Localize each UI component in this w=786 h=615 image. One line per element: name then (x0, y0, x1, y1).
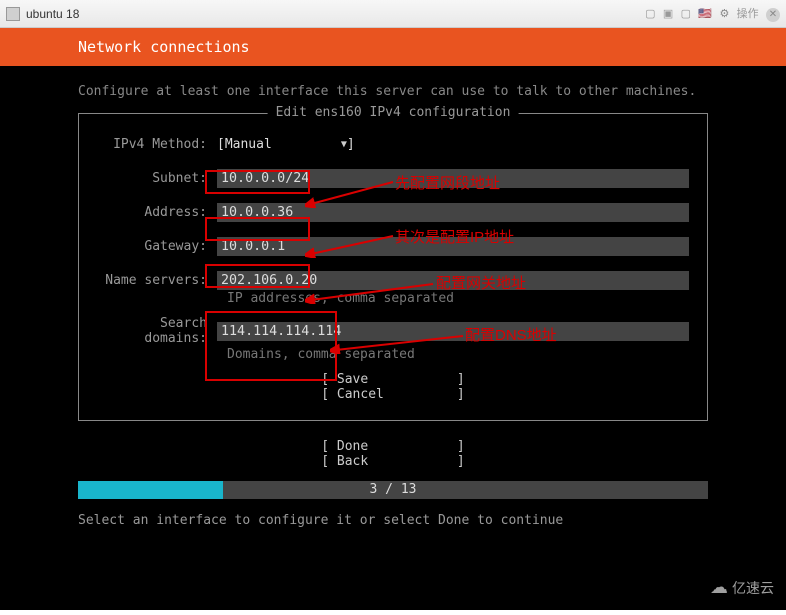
search-input[interactable] (217, 322, 689, 341)
row-search: Search domains: (97, 316, 689, 346)
search-label: Search domains: (97, 316, 217, 346)
method-value: Manual (225, 137, 335, 152)
back-button[interactable]: [ Back] (78, 454, 708, 469)
screen-icon-3[interactable]: ▢ (681, 8, 691, 20)
subnet-label: Subnet: (97, 171, 217, 186)
gear-icon[interactable]: ⚙ (719, 8, 729, 20)
vm-logo-icon (6, 7, 20, 21)
save-button[interactable]: [ Save] (97, 372, 689, 387)
flag-icon[interactable]: 🇺🇸 (698, 8, 712, 20)
screen-icon-2[interactable]: ▣ (663, 8, 673, 20)
search-hint: Domains, comma separated (97, 347, 689, 362)
annotation-subnet: 先配置网段地址 (395, 172, 500, 193)
row-address: Address: (97, 202, 689, 222)
watermark: ☁ 亿速云 (710, 577, 774, 598)
done-button[interactable]: [ Done] (78, 439, 708, 454)
cloud-icon: ☁ (710, 577, 728, 598)
annotation-address: 其次是配置IP地址 (395, 226, 514, 247)
watermark-text: 亿速云 (732, 578, 774, 598)
annotation-gateway: 配置网关地址 (436, 272, 526, 293)
gateway-label: Gateway: (97, 239, 217, 254)
address-input[interactable] (217, 203, 689, 222)
dns-label: Name servers: (97, 273, 217, 288)
bottom-hint: Select an interface to configure it or s… (0, 499, 786, 528)
row-subnet: Subnet: (97, 168, 689, 188)
config-box: Edit ens160 IPv4 configuration IPv4 Meth… (78, 113, 708, 421)
box-title: Edit ens160 IPv4 configuration (268, 105, 519, 120)
dns-hint: IP addresses, comma separated (97, 291, 689, 306)
subtitle-text: Configure at least one interface this se… (78, 84, 708, 99)
vm-titlebar-controls: ▢ ▣ ▢ 🇺🇸 ⚙ 操作 ✕ (641, 5, 780, 22)
row-dns: Name servers: (97, 270, 689, 290)
vm-titlebar: ubuntu 18 ▢ ▣ ▢ 🇺🇸 ⚙ 操作 ✕ (0, 0, 786, 28)
cancel-button[interactable]: [ Cancel] (97, 387, 689, 402)
close-icon[interactable]: ✕ (766, 8, 780, 22)
vm-title: ubuntu 18 (26, 7, 79, 21)
terminal-screen: Network connections Configure at least o… (0, 28, 786, 610)
screen-header: Network connections (0, 28, 786, 66)
chevron-down-icon: ▼ (341, 139, 347, 150)
method-select[interactable]: [ Manual▼ ] (217, 137, 355, 152)
progress-bar: 3 / 13 (78, 481, 708, 499)
action-label[interactable]: 操作 (737, 8, 759, 20)
screen-icon[interactable]: ▢ (645, 8, 655, 20)
row-method: IPv4 Method: [ Manual▼ ] (97, 134, 689, 154)
progress-text: 3 / 13 (78, 481, 708, 499)
row-gateway: Gateway: (97, 236, 689, 256)
page-title: Network connections (78, 38, 250, 56)
method-label: IPv4 Method: (97, 137, 217, 152)
annotation-dns: 配置DNS地址 (465, 324, 557, 345)
address-label: Address: (97, 205, 217, 220)
